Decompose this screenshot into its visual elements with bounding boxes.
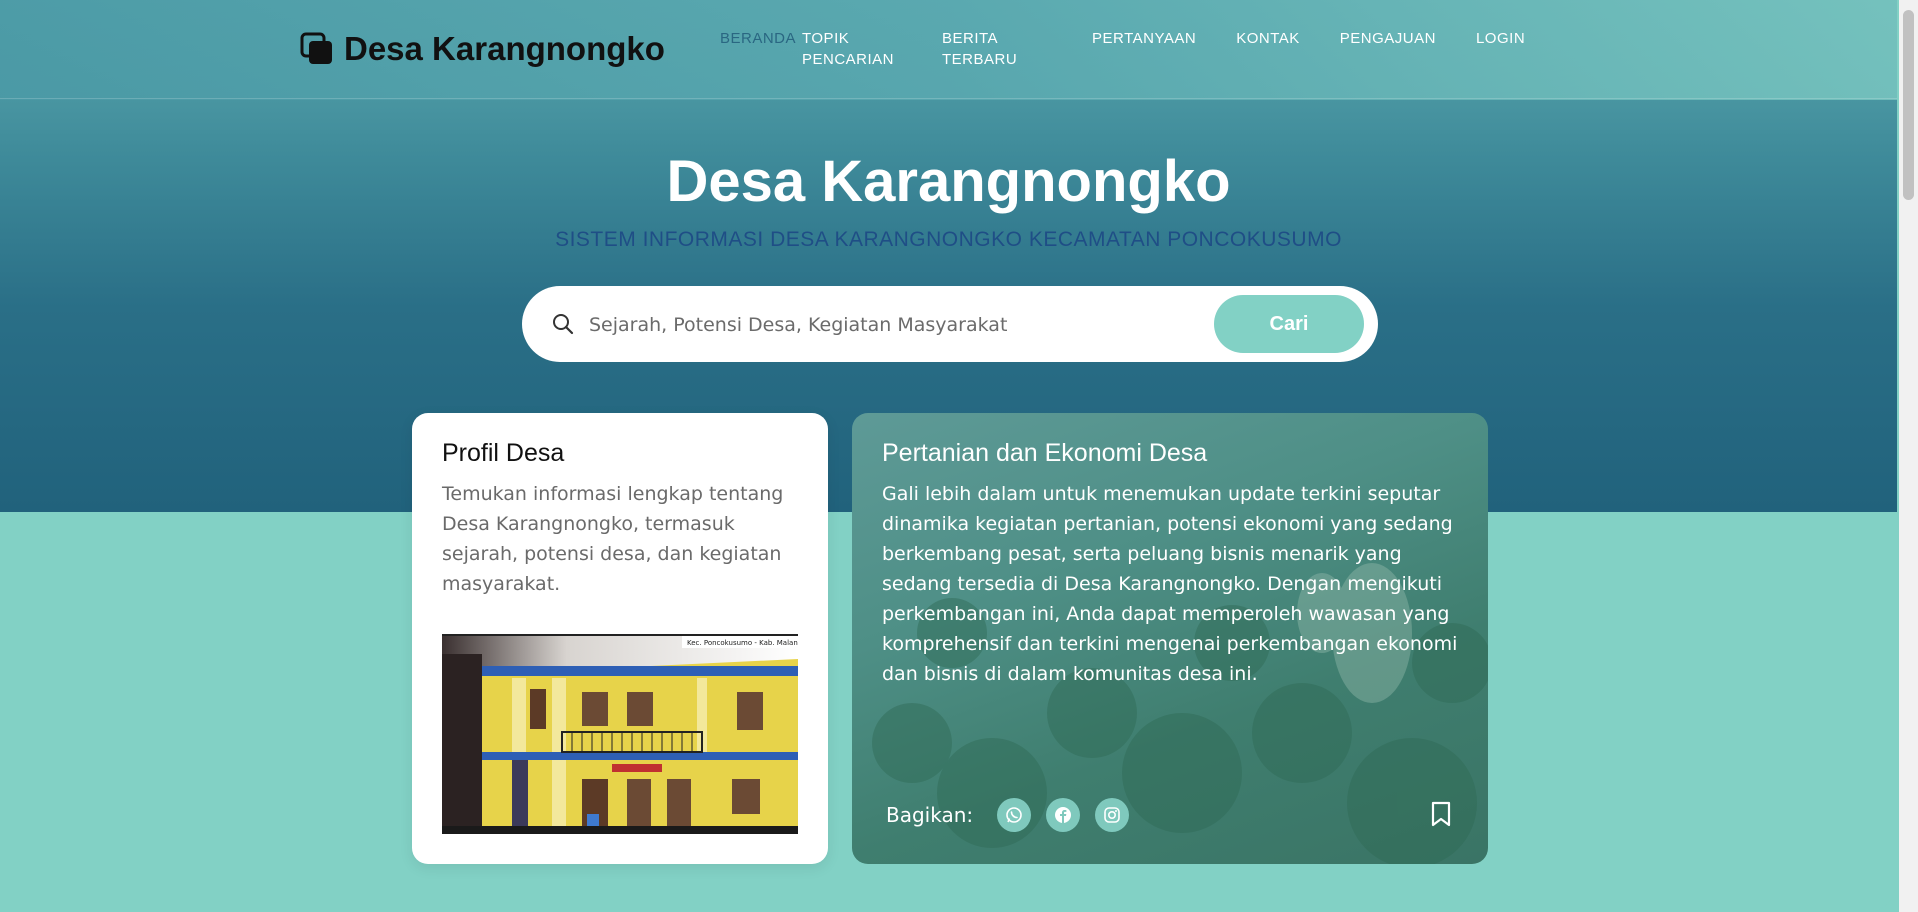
facebook-icon[interactable] [1046,798,1081,832]
search-bar: Cari [522,286,1378,362]
hero-subtitle: SISTEM INFORMASI DESA KARANGNONGKO KECAM… [555,228,1342,251]
nav-item-kontak[interactable]: KONTAK [1236,28,1300,70]
hero-title: Desa Karangnongko [666,149,1231,214]
instagram-icon[interactable] [1095,798,1130,832]
share-label: Bagikan: [886,803,974,827]
search-button[interactable]: Cari [1214,295,1364,353]
share-bar: Bagikan: [886,798,1144,832]
village-office-photo: Kec. Poncokusumo - Kab. Malang [442,634,798,834]
squares-icon [300,32,334,66]
profile-card[interactable]: Profil Desa Temukan informasi lengkap te… [412,413,828,864]
economy-card[interactable]: Pertanian dan Ekonomi Desa Gali lebih da… [852,413,1488,864]
photo-caption: Kec. Poncokusumo - Kab. Malang [687,639,798,647]
card-title: Profil Desa [442,439,565,467]
nav-item-berita-terbaru[interactable]: BERITA TERBARU [942,28,1052,70]
bookmark-icon[interactable] [1430,801,1452,832]
search-input[interactable] [587,306,1191,344]
whatsapp-icon[interactable] [997,798,1032,832]
card-description: Temukan informasi lengkap tentang Desa K… [442,483,784,595]
nav-menu: BERANDA TOPIK PENCARIAN BERITA TERBARU P… [720,28,1565,70]
brand-logo[interactable]: Desa Karangnongko [300,30,665,68]
nav-item-pengajuan[interactable]: PENGAJUAN [1340,28,1436,70]
brand-name: Desa Karangnongko [344,30,665,67]
page-scrollbar[interactable] [1899,0,1918,912]
page: Desa Karangnongko BERANDA TOPIK PENCARIA… [0,0,1897,912]
nav-item-pertanyaan[interactable]: PERTANYAAN [1092,28,1196,70]
search-icon [552,313,574,340]
nav-item-login[interactable]: LOGIN [1476,28,1525,70]
card-description: Gali lebih dalam untuk menemukan update … [882,483,1458,685]
nav-item-topik-pencarian[interactable]: TOPIK PENCARIAN [802,28,902,70]
top-navbar: Desa Karangnongko BERANDA TOPIK PENCARIA… [0,0,1897,99]
scrollbar-thumb[interactable] [1903,10,1914,200]
card-title: Pertanian dan Ekonomi Desa [882,439,1208,467]
nav-item-beranda[interactable]: BERANDA [720,28,796,70]
